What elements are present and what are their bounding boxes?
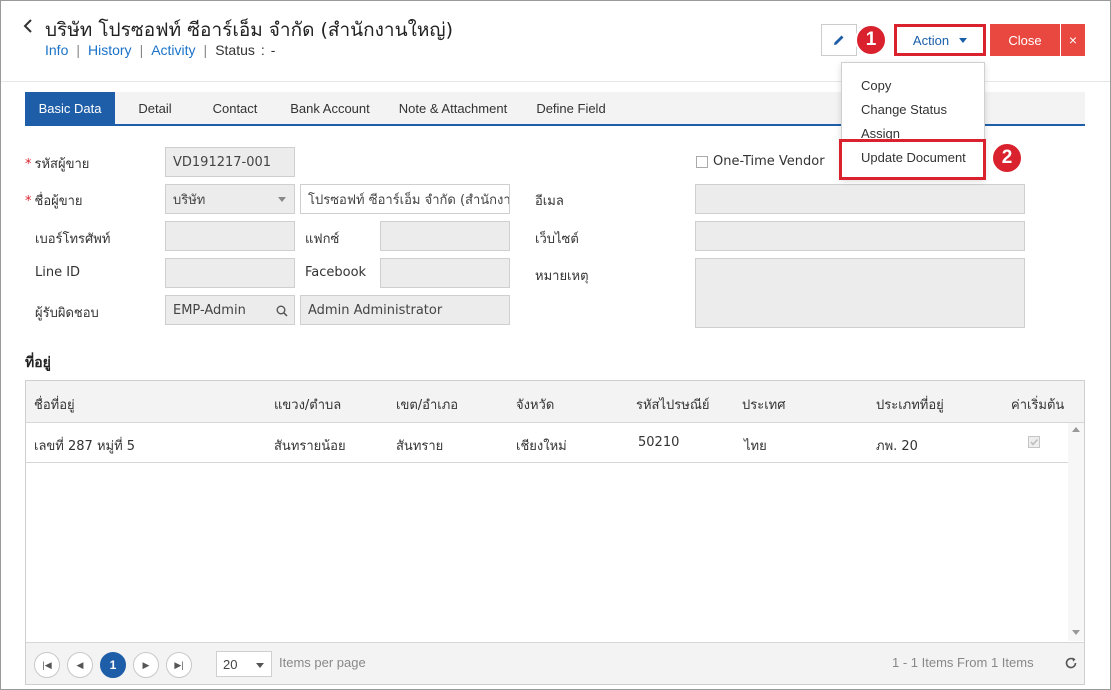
page-title: บริษัท โปรซอฟท์ ซีอาร์เอ็ม จำกัด (สำนักง… [45,19,453,41]
page-1-button[interactable]: 1 [100,652,126,678]
tab-define-field[interactable]: Define Field [530,92,612,124]
check-icon [1030,438,1039,446]
action-button[interactable]: Action [894,24,986,56]
link-separator: | [203,42,208,58]
vendor-code-label: * รหัสผู้ขาย [25,157,90,172]
page-size-select[interactable]: 20 [216,651,272,677]
cell-postcode: 50210 [638,435,680,450]
history-link[interactable]: History [88,42,132,58]
status-value: - [270,42,276,58]
refresh-icon[interactable] [1064,656,1078,670]
phone-field[interactable] [165,221,295,251]
menu-item-copy[interactable]: Copy [861,78,891,93]
cell-district: สันทราย [396,439,444,454]
grid-header: ชื่อที่อยู่ แขวง/ตำบล เขต/อำเภอ จังหวัด … [26,381,1084,423]
col-default[interactable]: ค่าเริ่มต้น [1011,394,1064,415]
facebook-label: Facebook [305,265,367,280]
phone-label: เบอร์โทรศัพท์ [35,232,111,247]
menu-item-change-status[interactable]: Change Status [861,102,947,117]
address-section-title: ที่อยู่ [25,355,51,371]
last-page-button[interactable]: ▶| [166,652,192,678]
vertical-scrollbar[interactable] [1068,423,1084,641]
owner-label: ผู้รับผิดชอบ [35,306,99,321]
website-label: เว็บไซต์ [535,232,579,247]
link-separator: | [139,42,144,58]
name-prefix-select[interactable]: บริษัท [165,184,295,214]
remark-label: หมายเหตุ [535,269,589,284]
tab-bank-account[interactable]: Bank Account [283,92,377,124]
pencil-icon [834,35,844,45]
link-separator: | [76,42,80,58]
owner-name-field: Admin Administrator [300,295,510,325]
action-label: Action [912,32,950,48]
address-grid: ชื่อที่อยู่ แขวง/ตำบล เขต/อำเภอ จังหวัด … [25,380,1085,685]
col-address-type[interactable]: ประเภทที่อยู่ [876,394,944,415]
edit-button[interactable] [821,24,857,56]
col-district[interactable]: เขต/อำเภอ [396,394,458,415]
pager: |◀ ◀ 1 ▶ ▶| 20 Items per page 1 - 1 Item… [26,642,1084,684]
table-row[interactable]: เลขที่ 287 หมู่ที่ 5 สันทรายน้อย สันทราย… [26,423,1068,463]
header-links: Info | History | Activity | Status : - [45,42,275,58]
email-label: อีเมล [535,194,564,209]
next-page-button[interactable]: ▶ [133,652,159,678]
items-per-page-label: Items per page [279,655,366,670]
info-link[interactable]: Info [45,42,68,58]
status-colon: : [260,42,265,58]
line-id-field[interactable] [165,258,295,288]
scroll-down-icon[interactable] [1072,630,1080,635]
select-arrow-icon [256,663,264,668]
tab-detail[interactable]: Detail [125,92,185,124]
one-time-vendor-checkbox[interactable] [696,156,708,168]
select-arrow-icon [278,197,286,202]
step-badge-1: 1 [855,24,887,56]
prev-page-button[interactable]: ◀ [67,652,93,678]
col-postcode[interactable]: รหัสไปรษณีย์ [636,394,710,415]
cell-address-name: เลขที่ 287 หมู่ที่ 5 [34,439,136,454]
status-label: Status [215,42,255,58]
col-province[interactable]: จังหวัด [516,394,554,415]
vendor-code-field[interactable]: VD191217-001 [165,147,295,177]
close-button[interactable]: Close [990,24,1060,56]
close-x-button[interactable]: × [1061,24,1085,56]
tab-note-attachment[interactable]: Note & Attachment [391,92,515,124]
scroll-up-icon[interactable] [1072,427,1080,432]
owner-code-field[interactable]: EMP-Admin [165,295,295,325]
facebook-field[interactable] [380,258,510,288]
step-badge-2: 2 [991,142,1023,174]
cell-country: ไทย [744,439,767,454]
cell-province: เชียงใหม่ [516,439,567,454]
cell-subdistrict: สันทรายน้อย [274,439,346,454]
col-address-name[interactable]: ชื่อที่อยู่ [34,394,75,415]
caret-down-icon [959,37,968,43]
back-arrow-icon[interactable] [22,17,38,37]
default-checkbox [1028,436,1040,448]
update-document-highlight [839,139,986,180]
vendor-name-label: * ชื่อผู้ขาย [25,194,83,209]
tab-basic-data[interactable]: Basic Data [25,92,115,124]
line-id-label: Line ID [35,265,81,280]
col-subdistrict[interactable]: แขวง/ตำบล [274,394,341,415]
cell-address-type: ภพ. 20 [876,439,918,454]
activity-link[interactable]: Activity [151,42,195,58]
fax-field[interactable] [380,221,510,251]
website-field[interactable] [695,221,1025,251]
one-time-vendor-label: One-Time Vendor [713,154,825,169]
pager-summary: 1 - 1 Items From 1 Items [892,655,1034,670]
col-country[interactable]: ประเทศ [742,394,785,415]
fax-label: แฟกซ์ [305,232,340,247]
tab-contact[interactable]: Contact [205,92,265,124]
vendor-name-field[interactable]: โปรซอฟท์ ซีอาร์เอ็ม จำกัด (สำนักงาน [300,184,510,214]
remark-field[interactable] [695,258,1025,328]
first-page-button[interactable]: |◀ [34,652,60,678]
email-field[interactable] [695,184,1025,214]
search-icon[interactable] [276,305,288,317]
